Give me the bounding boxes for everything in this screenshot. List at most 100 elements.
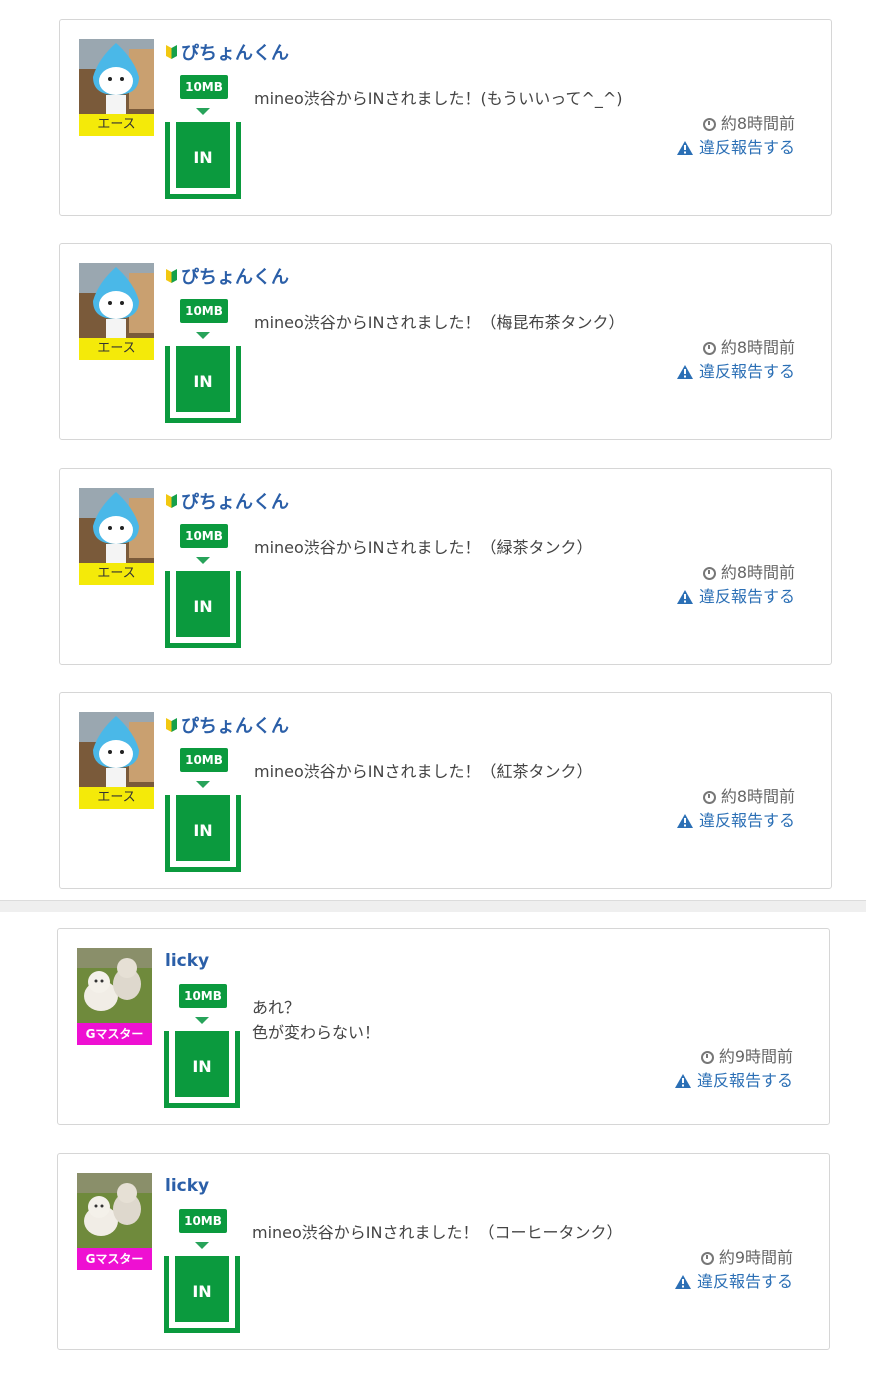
report-link[interactable]: 違反報告する — [676, 809, 795, 833]
tank-indicator: 10MB IN — [165, 299, 241, 423]
tank-indicator: 10MB IN — [164, 1209, 240, 1333]
post-meta: 約9時間前 違反報告する — [674, 1045, 793, 1093]
mb-badge: 10MB — [179, 984, 227, 1008]
avatar[interactable]: Gマスター — [77, 948, 152, 1045]
down-arrow-icon — [196, 557, 210, 564]
post-card: エース ぴちょんくん 10MB IN mineo渋谷からINされました！（緑茶タ… — [59, 468, 832, 665]
tank-status: IN — [176, 795, 230, 861]
mb-badge: 10MB — [180, 299, 228, 323]
post-meta: 約8時間前 違反報告する — [676, 112, 795, 160]
tank-indicator: 10MB IN — [165, 75, 241, 199]
rank-badge: エース — [79, 563, 154, 585]
post-meta: 約8時間前 違反報告する — [676, 561, 795, 609]
tank-status: IN — [175, 1031, 229, 1097]
username-link[interactable]: ぴちょんくん — [181, 488, 289, 514]
avatar[interactable]: エース — [79, 488, 154, 585]
avatar[interactable]: エース — [79, 712, 154, 809]
clock-icon — [702, 117, 716, 131]
warning-icon — [676, 141, 693, 155]
down-arrow-icon — [195, 1017, 209, 1024]
tank-status: IN — [176, 122, 230, 188]
username-link[interactable]: licky — [165, 951, 209, 971]
avatar-image — [79, 263, 154, 338]
clock-icon — [702, 566, 716, 580]
avatar-image — [77, 948, 152, 1023]
post-time: 約9時間前 — [674, 1246, 793, 1270]
tank-box: IN — [165, 346, 241, 423]
user-name-row: ぴちょんくん — [165, 39, 289, 65]
avatar-image — [77, 1173, 152, 1248]
user-name-row: licky — [165, 1173, 209, 1199]
post-message: mineo渋谷からINされました！（紅茶タンク） — [254, 762, 593, 781]
warning-icon — [674, 1275, 691, 1289]
tank-status: IN — [175, 1256, 229, 1322]
beginner-mark-icon — [166, 718, 177, 732]
post-time: 約8時間前 — [676, 336, 795, 360]
user-name-row: ぴちょんくん — [165, 712, 289, 738]
post-card: エース ぴちょんくん 10MB IN mineo渋谷からINされました！（紅茶タ… — [59, 692, 832, 889]
post-time: 約8時間前 — [676, 561, 795, 585]
rank-badge: Gマスター — [77, 1248, 152, 1270]
avatar-image — [79, 712, 154, 787]
post-card: エース ぴちょんくん 10MB IN mineo渋谷からINされました！(もうい… — [59, 19, 832, 216]
user-name-row: licky — [165, 948, 209, 974]
user-name-row: ぴちょんくん — [165, 488, 289, 514]
mb-badge: 10MB — [180, 75, 228, 99]
tank-status: IN — [176, 571, 230, 637]
post-message: mineo渋谷からINされました！（梅昆布茶タンク） — [254, 313, 625, 332]
tank-indicator: 10MB IN — [165, 524, 241, 648]
mb-badge: 10MB — [180, 524, 228, 548]
post-meta: 約9時間前 違反報告する — [674, 1246, 793, 1294]
clock-icon — [702, 341, 716, 355]
username-link[interactable]: ぴちょんくん — [181, 263, 289, 289]
avatar[interactable]: エース — [79, 263, 154, 360]
beginner-mark-icon — [166, 269, 177, 283]
post-time: 約8時間前 — [676, 785, 795, 809]
warning-icon — [676, 365, 693, 379]
post-message: mineo渋谷からINされました！(もういいって^_^) — [254, 89, 623, 108]
down-arrow-icon — [196, 332, 210, 339]
report-link[interactable]: 違反報告する — [676, 585, 795, 609]
tank-status: IN — [176, 346, 230, 412]
down-arrow-icon — [196, 108, 210, 115]
post-time: 約9時間前 — [674, 1045, 793, 1069]
username-link[interactable]: ぴちょんくん — [181, 39, 289, 65]
post-card: Gマスター licky 10MB IN あれ？ 色が変わらない！ 約9時間前 違… — [57, 928, 830, 1125]
post-message: mineo渋谷からINされました！（コーヒータンク） — [252, 1223, 623, 1242]
tank-indicator: 10MB IN — [164, 984, 240, 1108]
user-name-row: ぴちょんくん — [165, 263, 289, 289]
warning-icon — [674, 1074, 691, 1088]
avatar-image — [79, 488, 154, 563]
report-link[interactable]: 違反報告する — [674, 1270, 793, 1294]
username-link[interactable]: licky — [165, 1176, 209, 1196]
section-divider — [0, 900, 866, 912]
report-link[interactable]: 違反報告する — [676, 136, 795, 160]
post-message: あれ？ 色が変わらない！ — [252, 998, 381, 1042]
avatar[interactable]: Gマスター — [77, 1173, 152, 1270]
tank-box: IN — [164, 1256, 240, 1333]
clock-icon — [702, 790, 716, 804]
warning-icon — [676, 590, 693, 604]
clock-icon — [700, 1050, 714, 1064]
post-meta: 約8時間前 違反報告する — [676, 336, 795, 384]
post-card: Gマスター licky 10MB IN mineo渋谷からINされました！（コー… — [57, 1153, 830, 1350]
tank-box: IN — [165, 795, 241, 872]
mb-badge: 10MB — [179, 1209, 227, 1233]
avatar[interactable]: エース — [79, 39, 154, 136]
rank-badge: エース — [79, 338, 154, 360]
down-arrow-icon — [196, 781, 210, 788]
tank-box: IN — [165, 122, 241, 199]
report-link[interactable]: 違反報告する — [674, 1069, 793, 1093]
report-link[interactable]: 違反報告する — [676, 360, 795, 384]
rank-badge: エース — [79, 787, 154, 809]
beginner-mark-icon — [166, 494, 177, 508]
tank-indicator: 10MB IN — [165, 748, 241, 872]
beginner-mark-icon — [166, 45, 177, 59]
clock-icon — [700, 1251, 714, 1265]
rank-badge: エース — [79, 114, 154, 136]
tank-box: IN — [165, 571, 241, 648]
username-link[interactable]: ぴちょんくん — [181, 712, 289, 738]
post-time: 約8時間前 — [676, 112, 795, 136]
mb-badge: 10MB — [180, 748, 228, 772]
post-message: mineo渋谷からINされました！（緑茶タンク） — [254, 538, 593, 557]
